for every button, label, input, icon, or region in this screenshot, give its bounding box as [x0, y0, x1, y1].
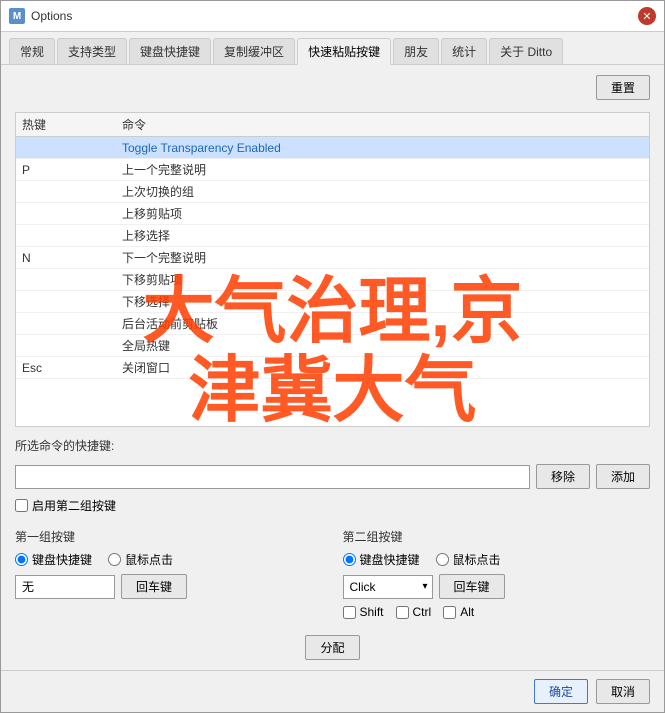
group1-radio-mouse[interactable]: 鼠标点击 — [108, 551, 173, 568]
group2-radios: 键盘快捷键 鼠标点击 — [343, 551, 651, 568]
enable-second-checkbox-label[interactable]: 启用第二组按键 — [15, 497, 116, 514]
group1-enter-button[interactable]: 回车键 — [121, 574, 187, 599]
tab-quick-paste[interactable]: 快速粘贴按键 — [297, 38, 391, 65]
shortcut-label: 所选命令的快捷键: — [15, 437, 650, 454]
bottom-bar: 确定 取消 — [1, 670, 664, 712]
hotkey-cmd: 下移剪贴项 — [122, 271, 643, 288]
group1-title: 第一组按键 — [15, 528, 323, 545]
ctrl-checkbox-label[interactable]: Ctrl — [396, 605, 432, 619]
reset-button[interactable]: 重置 — [596, 75, 650, 100]
reset-row: 重置 — [15, 75, 650, 100]
group1-key-input[interactable] — [15, 575, 115, 599]
hotkey-cmd: 上次切换的组 — [122, 183, 643, 200]
add-button[interactable]: 添加 — [596, 464, 650, 489]
main-window: M Options ✕ 常规 支持类型 键盘快捷键 复制缓冲区 快速粘贴按键 朋… — [0, 0, 665, 713]
ctrl-checkbox[interactable] — [396, 606, 409, 619]
hotkey-cmd: 上移选择 — [122, 227, 643, 244]
table-header: 热键 命令 — [16, 113, 649, 137]
hotkey-cmd: 关闭窗口 — [122, 359, 643, 376]
app-icon: M — [9, 8, 25, 24]
group1-box: 第一组按键 键盘快捷键 鼠标点击 回车键 — [15, 528, 323, 619]
group2-title: 第二组按键 — [343, 528, 651, 545]
close-button[interactable]: ✕ — [638, 7, 656, 25]
group1-key-row: 回车键 — [15, 574, 323, 599]
ok-button[interactable]: 确定 — [534, 679, 588, 704]
shortcut-input[interactable] — [15, 465, 530, 489]
alt-checkbox-label[interactable]: Alt — [443, 605, 474, 619]
tab-bar: 常规 支持类型 键盘快捷键 复制缓冲区 快速粘贴按键 朋友 统计 关于 Ditt… — [1, 32, 664, 65]
hotkey-cmd: 上移剪贴项 — [122, 205, 643, 222]
group1-radios: 键盘快捷键 鼠标点击 — [15, 551, 323, 568]
table-row[interactable]: 下移剪贴项 — [16, 269, 649, 291]
title-bar: M Options ✕ — [1, 1, 664, 32]
table-row[interactable]: Toggle Transparency Enabled — [16, 137, 649, 159]
remove-button[interactable]: 移除 — [536, 464, 590, 489]
table-row[interactable]: 上移剪贴项 — [16, 203, 649, 225]
hotkey-cmd: Toggle Transparency Enabled — [122, 141, 643, 155]
group2-dropdown[interactable]: Click — [343, 575, 433, 599]
hotkey-table: 热键 命令 Toggle Transparency Enabled P 上一个完… — [15, 112, 650, 427]
table-row[interactable]: 上次切换的组 — [16, 181, 649, 203]
table-row[interactable]: N 下一个完整说明 — [16, 247, 649, 269]
table-row[interactable]: 后台活动前剪贴板 — [16, 313, 649, 335]
table-body[interactable]: Toggle Transparency Enabled P 上一个完整说明 上次… — [16, 137, 649, 426]
assign-button[interactable]: 分配 — [305, 635, 359, 660]
assign-row: 分配 — [15, 635, 650, 660]
hotkey-cmd: 下移选择 — [122, 293, 643, 310]
window-title: Options — [31, 9, 72, 23]
cancel-button[interactable]: 取消 — [596, 679, 650, 704]
hotkey-cmd: 后台活动前剪贴板 — [122, 315, 643, 332]
tab-friends[interactable]: 朋友 — [393, 38, 439, 64]
shortcut-input-row: 移除 添加 — [15, 464, 650, 489]
tab-keyboard-shortcut[interactable]: 键盘快捷键 — [129, 38, 211, 64]
groups-row: 第一组按键 键盘快捷键 鼠标点击 回车键 — [15, 528, 650, 619]
enable-second-checkbox[interactable] — [15, 499, 28, 512]
tab-general[interactable]: 常规 — [9, 38, 55, 64]
modifier-row: Shift Ctrl Alt — [343, 605, 651, 619]
group1-radio-keyboard[interactable]: 键盘快捷键 — [15, 551, 92, 568]
hotkey-key: Esc — [22, 361, 122, 375]
table-row[interactable]: 上移选择 — [16, 225, 649, 247]
tab-support-type[interactable]: 支持类型 — [57, 38, 127, 64]
group2-key-row: Click 回车键 — [343, 574, 651, 599]
table-row[interactable]: Esc 关闭窗口 — [16, 357, 649, 379]
alt-checkbox[interactable] — [443, 606, 456, 619]
shift-checkbox-label[interactable]: Shift — [343, 605, 384, 619]
group2-box: 第二组按键 键盘快捷键 鼠标点击 Click 回车键 — [343, 528, 651, 619]
hotkey-cmd: 上一个完整说明 — [122, 161, 643, 178]
col-command-header: 命令 — [122, 116, 643, 133]
shift-checkbox[interactable] — [343, 606, 356, 619]
col-hotkey-header: 热键 — [22, 116, 122, 133]
content-area: 大气治理,京 津冀大气 重置 热键 命令 Toggle Transparency… — [1, 65, 664, 670]
hotkey-cmd: 下一个完整说明 — [122, 249, 643, 266]
hotkey-key: N — [22, 251, 122, 265]
tab-copy-buffer[interactable]: 复制缓冲区 — [213, 38, 295, 64]
tab-about[interactable]: 关于 Ditto — [489, 38, 563, 64]
group2-radio-mouse[interactable]: 鼠标点击 — [436, 551, 501, 568]
table-row[interactable]: 下移选择 — [16, 291, 649, 313]
table-row[interactable]: P 上一个完整说明 — [16, 159, 649, 181]
group2-enter-button[interactable]: 回车键 — [439, 574, 505, 599]
group2-radio-keyboard[interactable]: 键盘快捷键 — [343, 551, 420, 568]
enable-second-row: 启用第二组按键 — [15, 497, 650, 514]
hotkey-cmd: 全局热键 — [122, 337, 643, 354]
tab-stats[interactable]: 统计 — [441, 38, 487, 64]
hotkey-key: P — [22, 163, 122, 177]
table-row[interactable]: 全局热键 — [16, 335, 649, 357]
